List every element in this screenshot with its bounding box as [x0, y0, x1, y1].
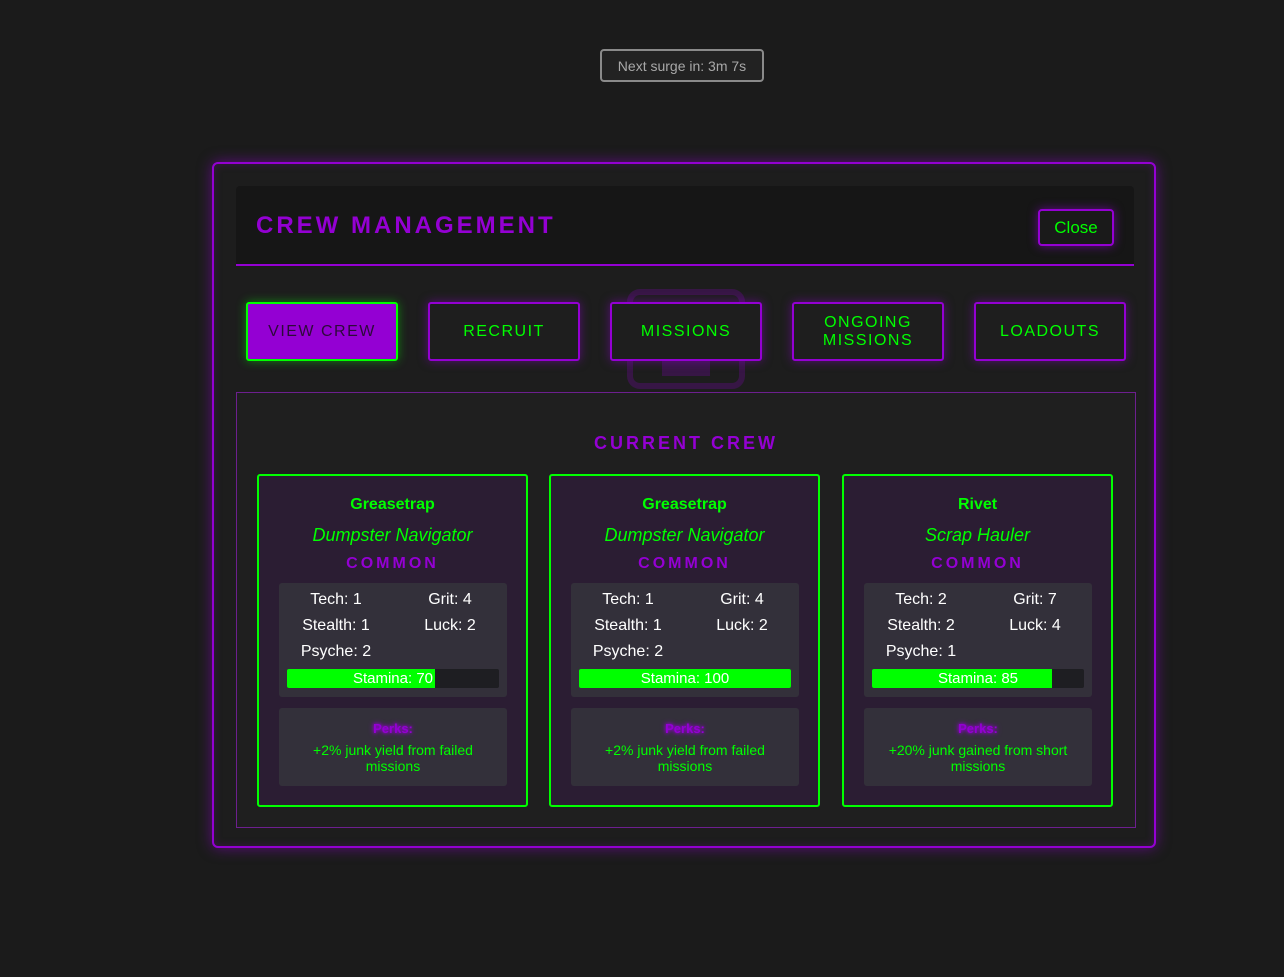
- crew-rarity: COMMON: [638, 555, 731, 572]
- stat-tech: Tech: 1: [602, 591, 654, 608]
- crew-name: Rivet: [957, 496, 998, 513]
- stamina-label: Stamina: 85: [937, 670, 1019, 687]
- modal-title: CREW MANAGEMENT: [256, 212, 556, 239]
- crew-role: Dumpster Navigator: [604, 525, 765, 545]
- surge-timer: Next surge in: 3m 7s: [600, 49, 764, 82]
- stat-stealth: Stealth: 2: [887, 617, 955, 634]
- stamina-bar: Stamina: 85: [872, 669, 1084, 688]
- stamina-label: Stamina: 70: [352, 670, 434, 687]
- tab-view-crew[interactable]: VIEW CREW: [246, 302, 398, 361]
- crew-card[interactable]: Greasetrap Dumpster Navigator COMMON Tec…: [549, 474, 820, 807]
- crew-card[interactable]: Rivet Scrap Hauler COMMON Tech: 2 Grit: …: [842, 474, 1113, 807]
- crew-management-modal: CREW MANAGEMENT Close VIEW CREW RECRUIT …: [212, 162, 1156, 848]
- tab-ongoing-missions[interactable]: ONGOING MISSIONS: [792, 302, 944, 361]
- current-crew-panel: CURRENT CREW Greasetrap Dumpster Navigat…: [236, 392, 1136, 828]
- perks-title: Perks:: [958, 721, 998, 736]
- tab-bar: VIEW CREW RECRUIT MISSIONS ONGOING MISSI…: [246, 302, 1126, 362]
- crew-perks: Perks: +2% junk yield from failed missio…: [279, 708, 507, 786]
- stat-stealth: Stealth: 1: [302, 617, 370, 634]
- crew-name: Greasetrap: [350, 496, 435, 513]
- stamina-bar: Stamina: 100: [579, 669, 791, 688]
- perks-title: Perks:: [373, 721, 413, 736]
- crew-role: Scrap Hauler: [924, 525, 1031, 545]
- stat-grit: Grit: 7: [1013, 591, 1057, 608]
- stat-tech: Tech: 1: [310, 591, 362, 608]
- stat-psyche: Psyche: 2: [592, 643, 664, 660]
- stat-tech: Tech: 2: [895, 591, 947, 608]
- crew-stats: Tech: 2 Grit: 7 Stealth: 2 Luck: 4 Psych…: [864, 583, 1092, 697]
- stat-luck: Luck: 2: [424, 617, 476, 634]
- crew-role: Dumpster Navigator: [312, 525, 473, 545]
- crew-card[interactable]: Greasetrap Dumpster Navigator COMMON Tec…: [257, 474, 528, 807]
- crew-perks: Perks: +20% junk gained from short missi…: [864, 708, 1092, 786]
- crew-stats: Tech: 1 Grit: 4 Stealth: 1 Luck: 2 Psych…: [279, 583, 507, 697]
- tab-missions[interactable]: MISSIONS: [610, 302, 762, 361]
- tab-loadouts[interactable]: LOADOUTS: [974, 302, 1126, 361]
- stamina-label: Stamina: 100: [640, 670, 730, 687]
- perks-title: Perks:: [665, 721, 705, 736]
- current-crew-heading: CURRENT CREW: [594, 433, 778, 453]
- perk-text: +20% junk gained from short missions: [888, 742, 1068, 774]
- stat-psyche: Psyche: 1: [885, 643, 957, 660]
- perk-text: +2% junk yield from failed missions: [605, 742, 765, 774]
- stamina-bar: Stamina: 70: [287, 669, 499, 688]
- stat-stealth: Stealth: 1: [594, 617, 662, 634]
- stat-psyche: Psyche: 2: [300, 643, 372, 660]
- stat-grit: Grit: 4: [428, 591, 472, 608]
- stat-luck: Luck: 2: [716, 617, 768, 634]
- modal-header: CREW MANAGEMENT Close: [236, 186, 1134, 266]
- stat-luck: Luck: 4: [1009, 617, 1061, 634]
- crew-name: Greasetrap: [642, 496, 727, 513]
- close-button[interactable]: Close: [1038, 209, 1114, 246]
- crew-rarity: COMMON: [346, 555, 439, 572]
- perk-text: +2% junk yield from failed missions: [313, 742, 473, 774]
- tab-recruit[interactable]: RECRUIT: [428, 302, 580, 361]
- stat-grit: Grit: 4: [720, 591, 764, 608]
- crew-stats: Tech: 1 Grit: 4 Stealth: 1 Luck: 2 Psych…: [571, 583, 799, 697]
- crew-perks: Perks: +2% junk yield from failed missio…: [571, 708, 799, 786]
- crew-rarity: COMMON: [931, 555, 1024, 572]
